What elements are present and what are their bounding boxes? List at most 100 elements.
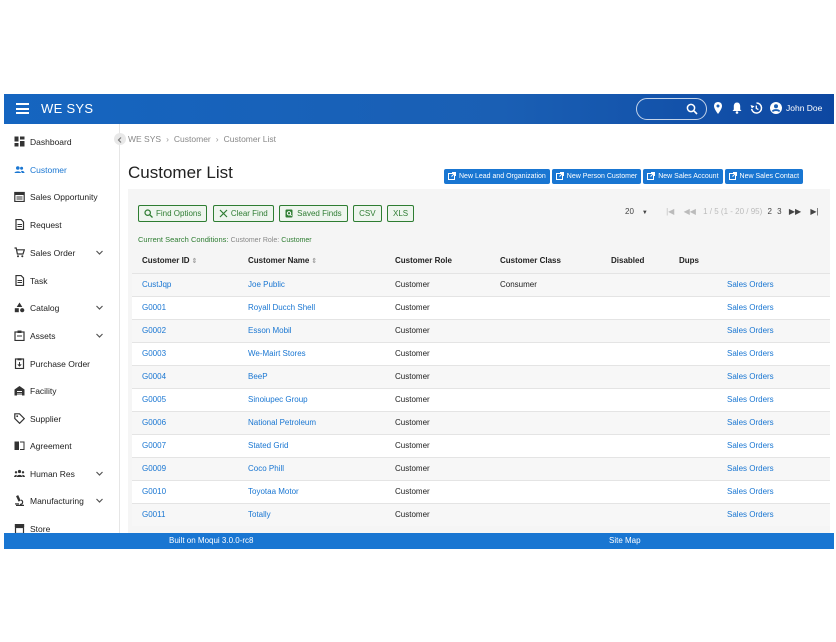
csv-button[interactable]: CSV (353, 205, 382, 222)
sales-orders-link[interactable]: Sales Orders (717, 456, 830, 480)
customer-id-link[interactable]: G0002 (132, 318, 238, 342)
chevron-down-icon[interactable] (95, 469, 104, 478)
new-sales-account-button[interactable]: New Sales Account (643, 169, 723, 184)
customer-id-link[interactable]: G0003 (132, 341, 238, 365)
bell-icon[interactable] (730, 101, 744, 115)
breadcrumb-separator-icon: › (166, 134, 169, 144)
sort-icon[interactable]: ⇕ (311, 258, 317, 265)
sidebar-item-assets[interactable]: Assets (4, 326, 119, 346)
customer-id-link[interactable]: G0004 (132, 364, 238, 388)
breadcrumb-item-home[interactable]: WE SYS (128, 134, 161, 144)
sales-orders-link[interactable]: Sales Orders (717, 364, 830, 388)
search-icon[interactable] (686, 103, 698, 115)
customer-name-link[interactable]: BeeP (238, 364, 385, 388)
customer-name-link[interactable]: Stated Grid (238, 433, 385, 457)
column-header-customer-id[interactable]: Customer ID ⇕ (132, 249, 238, 273)
customer-name-link[interactable]: Royall Ducch Shell (238, 295, 385, 319)
location-pin-icon[interactable] (711, 101, 725, 115)
app-title[interactable]: WE SYS (41, 101, 93, 116)
disabled-cell (601, 502, 669, 526)
customer-id-link[interactable]: G0009 (132, 456, 238, 480)
customer-class-cell (490, 479, 601, 503)
sales-orders-link[interactable]: Sales Orders (717, 341, 830, 365)
new-lead-organization-button[interactable]: New Lead and Organization (444, 169, 550, 184)
last-page-icon[interactable]: ▶| (810, 207, 818, 216)
sidebar-item-catalog[interactable]: Catalog (4, 298, 119, 318)
site-map-link[interactable]: Site Map (609, 536, 641, 545)
column-header-actions (717, 249, 830, 273)
chevron-down-icon[interactable] (95, 331, 104, 340)
column-header-customer-name[interactable]: Customer Name ⇕ (238, 249, 385, 273)
sidebar-item-sales-opportunity[interactable]: Sales Opportunity (4, 187, 119, 207)
sidebar-item-supplier[interactable]: Supplier (4, 409, 119, 429)
sales-orders-link[interactable]: Sales Orders (717, 410, 830, 434)
sidebar-item-human-res[interactable]: Human Res (4, 464, 119, 484)
sidebar-item-label: Dashboard (30, 137, 72, 147)
next-page-icon[interactable]: ▶▶ (789, 207, 801, 216)
previous-page-icon[interactable]: ◀◀ (684, 207, 696, 216)
customer-name-link[interactable]: Toyotaa Motor (238, 479, 385, 503)
new-person-customer-button[interactable]: New Person Customer (551, 169, 642, 184)
sidebar-item-label: Supplier (30, 414, 62, 424)
chevron-down-icon[interactable] (95, 248, 104, 257)
menu-icon[interactable] (16, 103, 29, 114)
sales-orders-link[interactable]: Sales Orders (717, 502, 830, 526)
customer-name-link[interactable]: Coco Phill (238, 456, 385, 480)
customer-id-link[interactable]: G0007 (132, 433, 238, 457)
sales-orders-link[interactable]: Sales Orders (717, 479, 830, 503)
customer-name-link[interactable]: Joe Public (238, 272, 385, 296)
sales-orders-link[interactable]: Sales Orders (717, 295, 830, 319)
customer-id-link[interactable]: G0001 (132, 295, 238, 319)
first-page-icon[interactable]: |◀ (666, 207, 674, 216)
sales-orders-link[interactable]: Sales Orders (717, 387, 830, 411)
history-icon[interactable] (749, 101, 763, 115)
customer-role-cell: Customer (385, 295, 490, 319)
sidebar-item-customer[interactable]: Customer (4, 160, 119, 180)
customer-name-link[interactable]: Sinoiupec Group (238, 387, 385, 411)
sidebar-item-dashboard[interactable]: Dashboard (4, 132, 119, 152)
sidebar-item-manufacturing[interactable]: Manufacturing (4, 491, 119, 511)
sidebar-item-purchase-order[interactable]: Purchase Order (4, 354, 119, 374)
user-name[interactable]: John Doe (786, 103, 822, 113)
xls-button[interactable]: XLS (387, 205, 415, 222)
sidebar-item-request[interactable]: Request (4, 215, 119, 235)
built-on-text[interactable]: Built on Moqui 3.0.0-rc8 (169, 536, 254, 545)
customer-id-link[interactable]: G0006 (132, 410, 238, 434)
breadcrumb-item-customer[interactable]: Customer (174, 134, 211, 144)
sales-orders-link[interactable]: Sales Orders (717, 318, 830, 342)
chevron-down-icon[interactable] (95, 496, 104, 505)
page-size-select[interactable]: 20 ▼ (625, 207, 648, 216)
page-3-link[interactable]: 3 (777, 207, 781, 216)
sidebar-item-facility[interactable]: Facility (4, 381, 119, 401)
customer-id-link[interactable]: G0005 (132, 387, 238, 411)
sidebar-item-sales-order[interactable]: Sales Order (4, 243, 119, 263)
table-row: CustJqp Joe Public Customer Consumer Sales O… (132, 272, 830, 296)
search-input[interactable] (636, 98, 707, 120)
customer-id-link[interactable]: G0011 (132, 502, 238, 526)
customer-name-link[interactable]: We-Mairt Stores (238, 341, 385, 365)
dups-cell (669, 364, 717, 388)
page-2-link[interactable]: 2 (767, 207, 771, 216)
customer-name-link[interactable]: National Petroleum (238, 410, 385, 434)
sidebar-item-label: Request (30, 220, 62, 230)
sidebar-item-agreement[interactable]: Agreement (4, 436, 119, 456)
find-options-button[interactable]: Find Options (138, 205, 208, 222)
sort-icon[interactable]: ⇕ (192, 258, 198, 265)
sales-orders-link[interactable]: Sales Orders (717, 433, 830, 457)
microscope-icon (15, 495, 24, 506)
chevron-down-icon[interactable] (95, 303, 104, 312)
customer-name-link[interactable]: Esson Mobil (238, 318, 385, 342)
sidebar-item-task[interactable]: Task (4, 271, 119, 291)
sales-orders-link[interactable]: Sales Orders (717, 272, 830, 296)
customer-name-link[interactable]: Totally (238, 502, 385, 526)
dashboard-icon (14, 136, 25, 147)
saved-finds-button[interactable]: Saved Finds (279, 205, 348, 222)
customer-id-link[interactable]: CustJqp (132, 272, 238, 296)
new-sales-contact-button[interactable]: New Sales Contact (724, 169, 804, 184)
sidebar-item-store[interactable]: Store (4, 519, 119, 533)
column-header-disabled: Disabled (611, 256, 645, 266)
customer-id-link[interactable]: G0010 (132, 479, 238, 503)
customer-class-cell (490, 410, 601, 434)
account-circle-icon[interactable] (769, 101, 783, 115)
clear-find-button[interactable]: Clear Find (212, 205, 274, 222)
